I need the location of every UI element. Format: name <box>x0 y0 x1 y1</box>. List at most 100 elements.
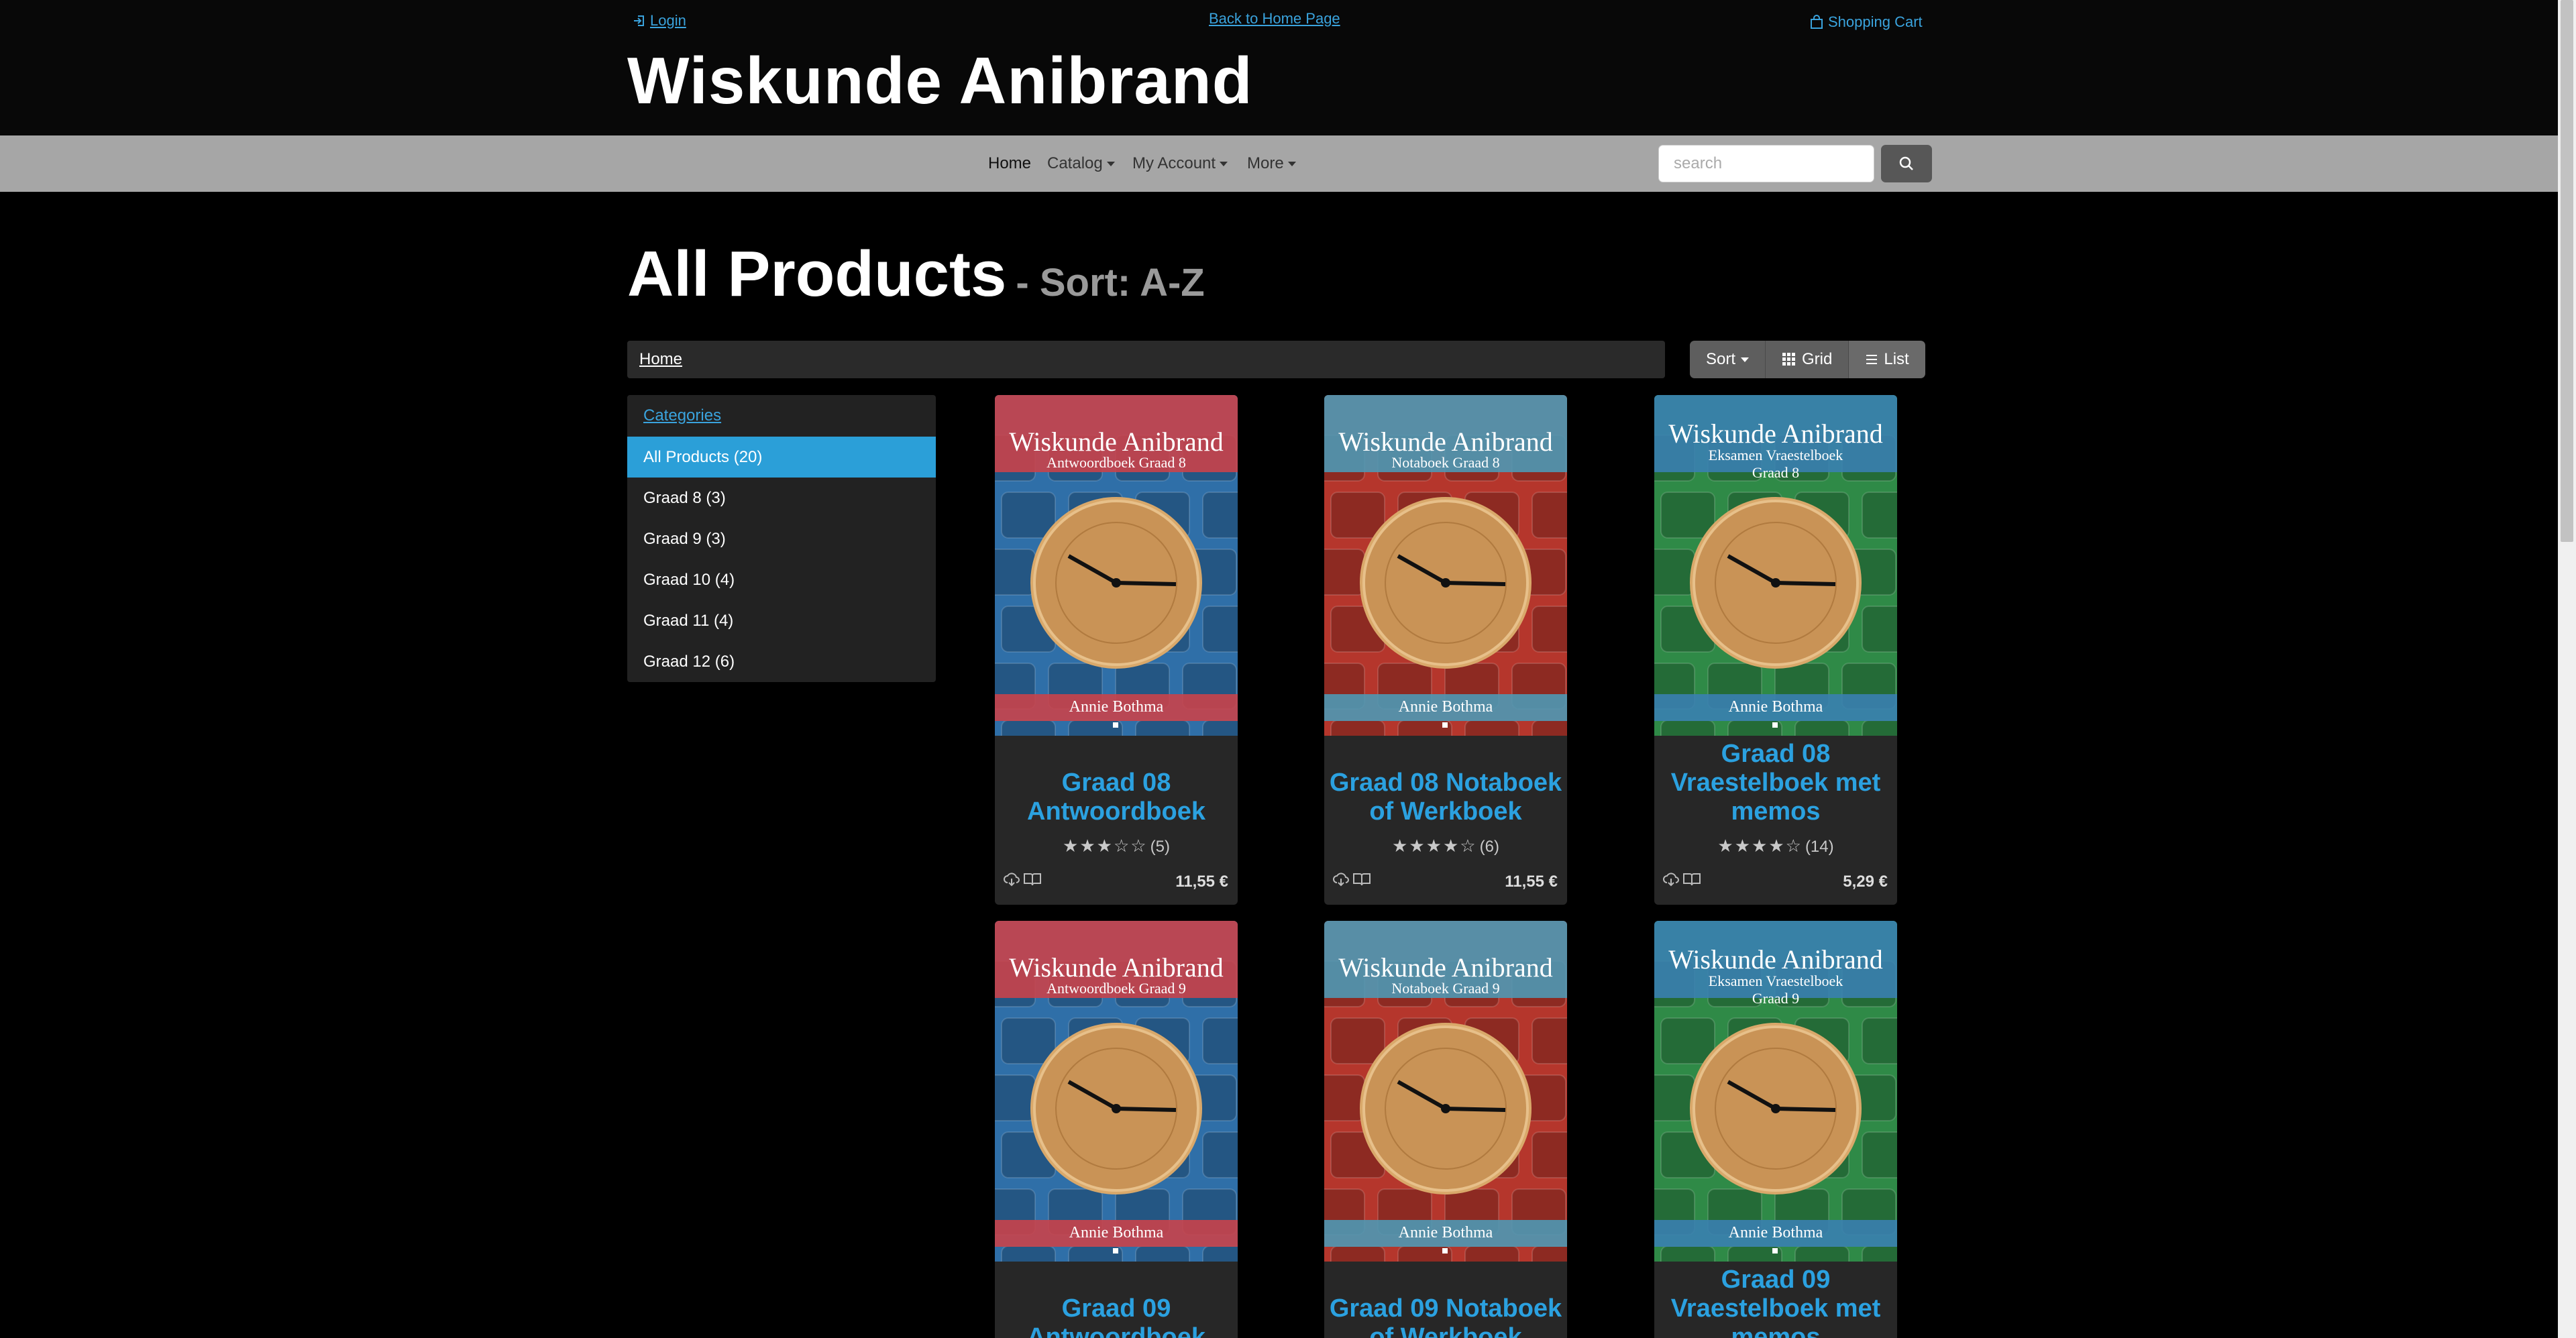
page-title-text: All Products <box>627 238 1007 310</box>
product-title-link[interactable]: Vraestelboek met <box>1654 1294 1897 1323</box>
download-cloud-icon <box>1663 873 1679 887</box>
nav-more-label: More <box>1247 154 1284 172</box>
page-title: All Products - Sort: A-Z <box>627 237 1205 311</box>
cover-author-text: Annie Bothma <box>1069 698 1164 716</box>
cover-title-text: Wiskunde Anibrand <box>1668 419 1883 449</box>
star-empty-icon: ☆ <box>1130 836 1148 856</box>
product-card[interactable]: Wiskunde Anibrand Notaboek Graad 9 Annie B… <box>1324 921 1567 1338</box>
view-toolbar: Sort Grid List <box>1690 341 1925 378</box>
product-cover-image[interactable]: Wiskunde Anibrand Antwoordboek Graad 9 Ann… <box>995 921 1238 1262</box>
format-icons <box>1332 871 1371 887</box>
book-icon <box>1353 873 1371 886</box>
product-title-link[interactable]: Graad 09 <box>995 1294 1238 1323</box>
list-icon <box>1866 355 1878 364</box>
rating-count: (14) <box>1805 838 1834 856</box>
sidebar-item-graad-12[interactable]: Graad 12 (6) <box>627 641 936 682</box>
product-card[interactable]: Wiskunde Anibrand Antwoordboek Graad 9 Ann… <box>995 921 1238 1338</box>
grid-view-button[interactable]: Grid <box>1766 341 1849 378</box>
cover-author-text: Annie Bothma <box>1398 698 1493 716</box>
star-filled-icon: ★ <box>1079 836 1097 856</box>
breadcrumb: Home <box>627 341 1665 378</box>
cover-author-text: Annie Bothma <box>1069 1224 1164 1241</box>
book-icon <box>1683 873 1701 886</box>
category-sidebar: Categories All Products (20) Graad 8 (3)… <box>627 395 936 682</box>
product-title-link[interactable]: Antwoordboek <box>995 797 1238 826</box>
sidebar-item-graad-10[interactable]: Graad 10 (4) <box>627 559 936 600</box>
product-cover-image[interactable]: Wiskunde Anibrand Notaboek Graad 9 Annie B… <box>1324 921 1567 1262</box>
site-title: Wiskunde Anibrand <box>627 44 1253 117</box>
back-to-home-link[interactable]: Back to Home Page <box>1209 10 1340 27</box>
cover-subtitle-text: Eksamen Vraestelboek <box>1708 447 1843 463</box>
login-icon <box>634 15 644 26</box>
product-card[interactable]: Wiskunde Anibrand Eksamen Vraestelboek Gra… <box>1654 395 1897 905</box>
categories-heading-link[interactable]: Categories <box>627 395 936 437</box>
star-filled-icon: ★ <box>1768 836 1786 856</box>
sidebar-item-graad-11[interactable]: Graad 11 (4) <box>627 600 936 641</box>
cover-author-text: Annie Bothma <box>1398 1224 1493 1241</box>
breadcrumb-home-link[interactable]: Home <box>639 350 682 368</box>
nav-my-account-dropdown[interactable]: My Account <box>1132 154 1228 173</box>
star-filled-icon: ★ <box>1063 836 1080 856</box>
nav-home[interactable]: Home <box>988 154 1031 173</box>
product-title-link[interactable]: memos <box>1654 1323 1897 1338</box>
product-title-link[interactable]: Vraestelboek met <box>1654 769 1897 797</box>
product-price: 5,29 € <box>1843 873 1888 891</box>
product-cover-image[interactable]: Wiskunde Anibrand Eksamen Vraestelboek Gra… <box>1654 395 1897 736</box>
star-filled-icon: ★ <box>1426 836 1443 856</box>
sort-dropdown-button[interactable]: Sort <box>1690 341 1766 378</box>
product-title-link[interactable]: memos <box>1654 797 1897 826</box>
product-title-link[interactable]: Graad 08 <box>995 769 1238 797</box>
rating-stars: ★★★☆☆ (5) <box>995 836 1238 856</box>
login-link[interactable]: Login <box>633 12 686 30</box>
cover-subtitle-text: Notaboek Graad 9 <box>1391 980 1500 997</box>
search-icon <box>1899 156 1913 170</box>
product-title-link[interactable]: Graad 09 <box>1654 1266 1897 1294</box>
product-price: 11,55 € <box>1175 873 1228 891</box>
product-title-link[interactable]: of Werkboek <box>1324 1323 1567 1338</box>
nav-more-dropdown[interactable]: More <box>1247 154 1296 173</box>
product-card[interactable]: Wiskunde Anibrand Notaboek Graad 8 Annie B… <box>1324 395 1567 905</box>
product-price: 11,55 € <box>1505 873 1558 891</box>
product-title-link[interactable]: Graad 09 Notaboek <box>1324 1294 1567 1323</box>
cover-author-text: Annie Bothma <box>1728 698 1823 716</box>
grid-label: Grid <box>1802 350 1833 368</box>
book-icon <box>1024 873 1041 886</box>
product-cover-image[interactable]: Wiskunde Anibrand Eksamen Vraestelboek Gra… <box>1654 921 1897 1262</box>
chevron-down-icon <box>1220 161 1228 166</box>
product-title-link[interactable]: Graad 08 <box>1654 740 1897 769</box>
product-cover-image[interactable]: Wiskunde Anibrand Notaboek Graad 8 Annie B… <box>1324 395 1567 736</box>
rating-count: (6) <box>1479 838 1499 856</box>
list-view-button[interactable]: List <box>1849 341 1925 378</box>
cover-title-text: Wiskunde Anibrand <box>1009 952 1224 983</box>
grid-icon <box>1782 353 1796 366</box>
product-title-link[interactable]: of Werkboek <box>1324 797 1567 826</box>
search-button[interactable] <box>1881 145 1932 182</box>
shopping-cart-label: Shopping Cart <box>1828 13 1923 30</box>
product-cover-image[interactable]: Wiskunde Anibrand Antwoordboek Graad 8 Ann… <box>995 395 1238 736</box>
page-scrollbar-thumb[interactable] <box>2561 0 2573 542</box>
search-input[interactable] <box>1658 145 1874 182</box>
sidebar-item-graad-9[interactable]: Graad 9 (3) <box>627 518 936 559</box>
star-empty-icon: ☆ <box>1785 836 1803 856</box>
product-card[interactable]: Wiskunde Anibrand Eksamen Vraestelboek Gra… <box>1654 921 1897 1338</box>
sidebar-item-graad-8[interactable]: Graad 8 (3) <box>627 478 936 518</box>
top-header: Login Back to Home Page Shopping Cart Wi… <box>0 0 2558 135</box>
star-filled-icon: ★ <box>1392 836 1409 856</box>
cover-subtitle-text: Eksamen Vraestelboek <box>1708 972 1843 989</box>
star-filled-icon: ★ <box>1752 836 1769 856</box>
nav-catalog-dropdown[interactable]: Catalog <box>1047 154 1115 173</box>
cover-subtitle-text: Antwoordboek Graad 8 <box>1046 454 1186 471</box>
product-card[interactable]: Wiskunde Anibrand Antwoordboek Graad 8 Ann… <box>995 395 1238 905</box>
sidebar-item-all-products[interactable]: All Products (20) <box>627 437 936 478</box>
star-empty-icon: ☆ <box>1460 836 1477 856</box>
shopping-cart-link[interactable]: Shopping Cart <box>1809 13 1923 31</box>
star-filled-icon: ★ <box>1096 836 1114 856</box>
cover-subtitle-text: Graad 9 <box>1752 990 1800 1007</box>
cover-title-text: Wiskunde Anibrand <box>1668 944 1883 974</box>
main-navbar: Home Catalog My Account More <box>0 135 2558 192</box>
product-title-link[interactable]: Graad 08 Notaboek <box>1324 769 1567 797</box>
product-title-link[interactable]: Antwoordboek <box>995 1323 1238 1338</box>
cover-subtitle-text: Notaboek Graad 8 <box>1391 454 1500 471</box>
rating-stars: ★★★★☆ (14) <box>1654 836 1897 856</box>
sort-label: Sort <box>1706 350 1736 368</box>
